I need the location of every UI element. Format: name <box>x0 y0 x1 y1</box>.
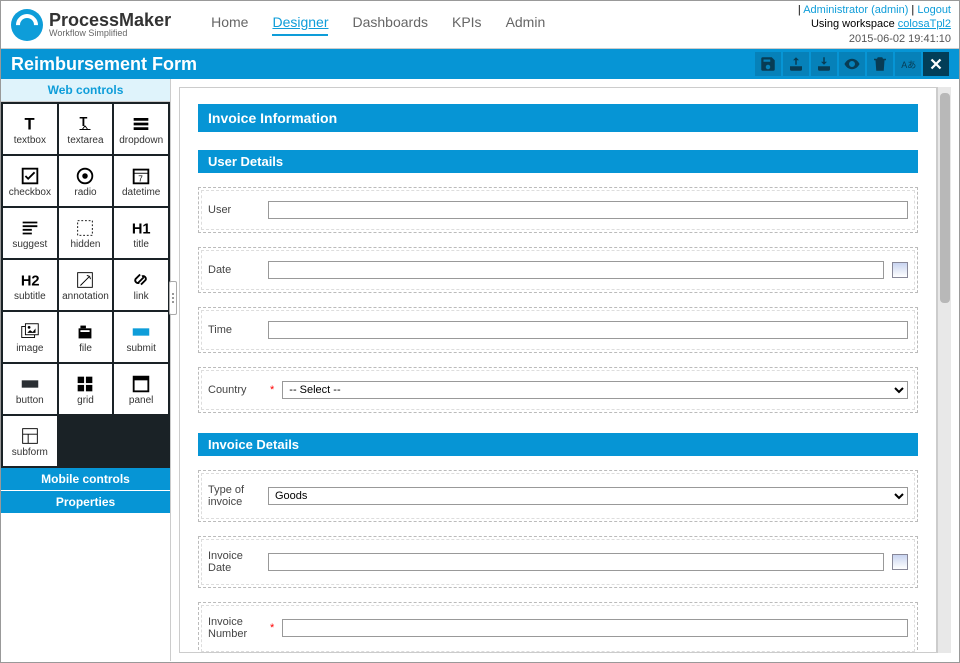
accordion-mobile-controls[interactable]: Mobile controls <box>1 468 170 491</box>
logo-tagline: Workflow Simplified <box>49 29 171 38</box>
palette-annotation[interactable]: annotation <box>59 260 113 310</box>
palette-image[interactable]: image <box>3 312 57 362</box>
input-invoice-date[interactable] <box>268 553 884 571</box>
logo-name: ProcessMaker <box>49 11 171 29</box>
label-invoice-number: Invoice Number <box>208 616 260 640</box>
field-date[interactable]: Date <box>198 247 918 293</box>
field-user[interactable]: User <box>198 187 918 233</box>
nav-kpis[interactable]: KPIs <box>452 14 482 36</box>
import-button[interactable] <box>811 52 837 76</box>
sidebar-resize-handle[interactable] <box>169 281 177 315</box>
section-invoice-details[interactable]: Invoice Details <box>198 433 918 456</box>
top-bar: ProcessMaker Workflow Simplified Home De… <box>1 1 959 49</box>
field-type[interactable]: Type of invoice Goods <box>198 470 918 522</box>
delete-button[interactable] <box>867 52 893 76</box>
label-user: User <box>208 204 260 216</box>
svg-text:7: 7 <box>138 174 143 183</box>
accordion-properties[interactable]: Properties <box>1 491 170 514</box>
select-country[interactable]: -- Select -- <box>282 381 908 399</box>
palette-subform[interactable]: subform <box>3 416 57 466</box>
export-button[interactable] <box>783 52 809 76</box>
workspace-link[interactable]: colosaTpl2 <box>898 18 951 30</box>
nav-home[interactable]: Home <box>211 14 248 36</box>
svg-text:H1: H1 <box>132 221 151 237</box>
main-nav: Home Designer Dashboards KPIs Admin <box>211 14 545 36</box>
field-invoice-date[interactable]: Invoice Date <box>198 536 918 588</box>
input-date[interactable] <box>268 261 884 279</box>
save-button[interactable] <box>755 52 781 76</box>
palette-grid[interactable]: grid <box>59 364 113 414</box>
label-date: Date <box>208 264 260 276</box>
close-button[interactable] <box>923 52 949 76</box>
svg-text:Aあ: Aあ <box>901 60 916 70</box>
palette-link[interactable]: link <box>114 260 168 310</box>
palette-file[interactable]: file <box>59 312 113 362</box>
palette-hidden[interactable]: hidden <box>59 208 113 258</box>
select-type[interactable]: Goods <box>268 487 908 505</box>
palette-dropdown[interactable]: dropdown <box>114 104 168 154</box>
administrator-link[interactable]: Administrator (admin) <box>803 4 908 16</box>
svg-text:H2: H2 <box>21 273 40 289</box>
workspace: Web controls Ttextbox Ttextarea dropdown… <box>1 79 959 661</box>
form-canvas-area: Invoice Information User Details User Da… <box>171 79 959 661</box>
nav-dashboards[interactable]: Dashboards <box>352 14 428 36</box>
nav-designer[interactable]: Designer <box>272 14 328 36</box>
language-button[interactable]: Aあ <box>895 52 921 76</box>
label-type: Type of invoice <box>208 484 260 508</box>
label-time: Time <box>208 324 260 336</box>
palette-checkbox[interactable]: checkbox <box>3 156 57 206</box>
canvas-scrollbar[interactable] <box>937 87 951 653</box>
input-invoice-number[interactable] <box>282 619 908 637</box>
logo-icon <box>11 9 43 41</box>
form-titlebar: Reimbursement Form Aあ <box>1 49 959 79</box>
field-country[interactable]: Country * -- Select -- <box>198 367 918 413</box>
section-user-details[interactable]: User Details <box>198 150 918 173</box>
label-country: Country <box>208 384 260 396</box>
palette-button[interactable]: button <box>3 364 57 414</box>
calendar-icon[interactable] <box>892 554 908 570</box>
palette-textbox[interactable]: Ttextbox <box>3 104 57 154</box>
sidebar: Web controls Ttextbox Ttextarea dropdown… <box>1 79 171 661</box>
label-invoice-date: Invoice Date <box>208 550 260 574</box>
titlebar-actions: Aあ <box>755 52 949 76</box>
svg-text:T: T <box>80 113 88 128</box>
palette-datetime[interactable]: 7datetime <box>114 156 168 206</box>
form-canvas[interactable]: Invoice Information User Details User Da… <box>179 87 937 653</box>
input-time[interactable] <box>268 321 908 339</box>
palette-radio[interactable]: radio <box>59 156 113 206</box>
field-invoice-number[interactable]: Invoice Number * <box>198 602 918 653</box>
user-info: | Administrator (admin) | Logout Using w… <box>798 3 951 46</box>
nav-admin[interactable]: Admin <box>506 14 546 36</box>
timestamp: 2015-06-02 19:41:10 <box>798 32 951 46</box>
logo[interactable]: ProcessMaker Workflow Simplified <box>11 9 171 41</box>
svg-text:T: T <box>24 115 34 133</box>
palette-subtitle[interactable]: H2subtitle <box>3 260 57 310</box>
calendar-icon[interactable] <box>892 262 908 278</box>
palette-suggest[interactable]: suggest <box>3 208 57 258</box>
form-title: Reimbursement Form <box>11 54 197 75</box>
section-invoice-info[interactable]: Invoice Information <box>198 104 918 132</box>
controls-palette: Ttextbox Ttextarea dropdown checkbox rad… <box>1 102 170 468</box>
input-user[interactable] <box>268 201 908 219</box>
palette-textarea[interactable]: Ttextarea <box>59 104 113 154</box>
field-time[interactable]: Time <box>198 307 918 353</box>
accordion-web-controls[interactable]: Web controls <box>1 79 170 102</box>
palette-title[interactable]: H1title <box>114 208 168 258</box>
logout-link[interactable]: Logout <box>917 4 951 16</box>
palette-panel[interactable]: panel <box>114 364 168 414</box>
palette-submit[interactable]: submit <box>114 312 168 362</box>
preview-button[interactable] <box>839 52 865 76</box>
